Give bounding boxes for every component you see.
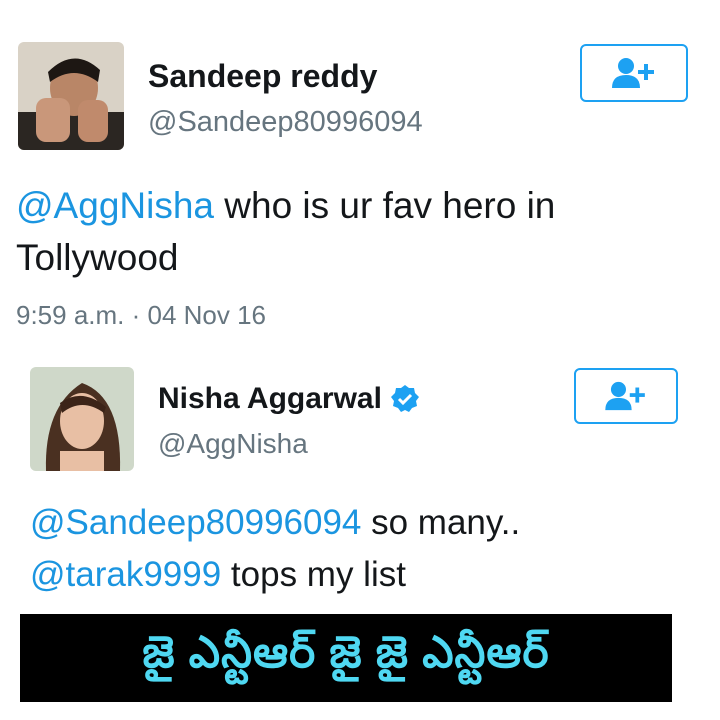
add-user-icon	[605, 381, 645, 411]
reply-text: @Sandeep80996094 so many.. @tarak9999 to…	[30, 502, 690, 596]
mention-sandeep[interactable]: @Sandeep80996094	[30, 503, 361, 542]
reply-author-handle[interactable]: @AggNisha	[158, 428, 308, 460]
tweet-text-body: who is ur fav hero in	[214, 185, 556, 226]
tweet-text: @AggNisha who is ur fav hero in Tollywoo…	[16, 184, 696, 281]
banner-text: జై ఎన్టీఆర్ జై జై ఎన్టీఆర్	[142, 627, 550, 677]
reply-text-body-2: tops my list	[221, 555, 406, 594]
tweet-text-line-2: Tollywood	[16, 237, 179, 279]
tweet-text-line-1: @AggNisha who is ur fav hero in	[16, 184, 696, 228]
reply-text-line-2: @tarak9999 tops my list	[30, 554, 690, 596]
verified-badge-icon	[390, 385, 419, 412]
tweet-timestamp[interactable]: 9:59 a.m. · 04 Nov 16	[16, 300, 266, 331]
mention-tarak[interactable]: @tarak9999	[30, 555, 221, 594]
reply-author-name[interactable]: Nisha Aggarwal	[158, 382, 382, 416]
follow-button-sandeep[interactable]	[580, 44, 688, 102]
overlay-banner: జై ఎన్టీఆర్ జై జై ఎన్టీఆర్	[20, 614, 672, 702]
reply-author-row: Nisha Aggarwal	[158, 382, 420, 416]
tweet-author-handle[interactable]: @Sandeep80996094	[148, 106, 423, 139]
avatar-image	[18, 42, 124, 150]
reply-text-body-1: so many..	[361, 503, 521, 542]
tweet-author-name[interactable]: Sandeep reddy	[148, 58, 377, 95]
follow-button-nisha[interactable]	[574, 368, 678, 424]
add-user-icon	[612, 58, 654, 88]
avatar-sandeep[interactable]	[18, 42, 124, 150]
reply-text-line-1: @Sandeep80996094 so many..	[30, 502, 690, 544]
avatar-image	[30, 367, 134, 471]
mention-aggnisha[interactable]: @AggNisha	[16, 185, 214, 226]
avatar-nisha[interactable]	[30, 367, 134, 471]
